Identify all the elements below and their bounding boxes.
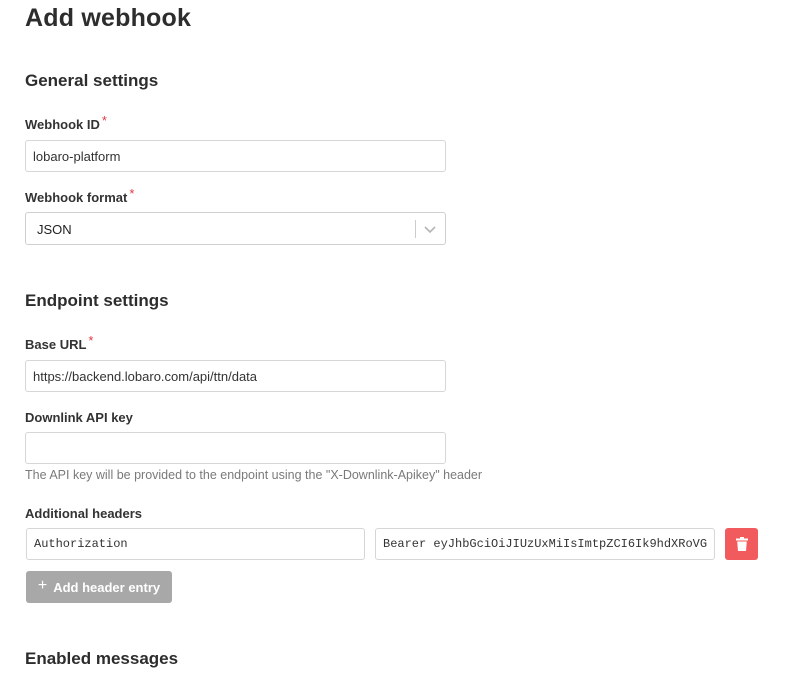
webhook-id-label: Webhook ID * <box>25 113 107 132</box>
webhook-format-select[interactable]: JSON <box>25 212 446 245</box>
delete-header-button[interactable] <box>725 528 758 560</box>
base-url-label: Base URL * <box>25 333 93 352</box>
required-marker: * <box>101 113 107 128</box>
base-url-input[interactable] <box>25 360 446 392</box>
page-title: Add webhook <box>25 4 192 32</box>
downlink-api-key-helper: The API key will be provided to the endp… <box>25 468 483 482</box>
trash-icon <box>735 537 748 551</box>
chevron-down-icon[interactable] <box>422 220 438 238</box>
webhook-id-input[interactable] <box>25 140 446 172</box>
downlink-api-key-label: Downlink API key <box>25 410 133 425</box>
required-marker: * <box>129 186 135 201</box>
general-settings-title: General settings <box>25 71 159 90</box>
endpoint-settings-title: Endpoint settings <box>25 291 169 310</box>
header-value-input[interactable] <box>375 528 715 560</box>
plus-icon: + <box>37 577 48 594</box>
base-url-label-text: Base URL <box>25 337 87 352</box>
select-separator <box>415 220 416 238</box>
webhook-format-label-text: Webhook format <box>25 190 128 205</box>
enabled-messages-title: Enabled messages <box>25 649 179 668</box>
webhook-id-label-text: Webhook ID <box>25 117 100 132</box>
additional-headers-label: Additional headers <box>25 506 143 521</box>
required-marker: * <box>88 333 94 348</box>
webhook-format-selected-value: JSON <box>37 222 72 237</box>
add-header-entry-label: Add header entry <box>53 579 161 595</box>
webhook-format-label: Webhook format * <box>25 186 134 205</box>
header-key-input[interactable] <box>26 528 365 560</box>
add-header-entry-button[interactable]: + Add header entry <box>26 571 172 603</box>
downlink-api-key-input[interactable] <box>25 432 446 464</box>
